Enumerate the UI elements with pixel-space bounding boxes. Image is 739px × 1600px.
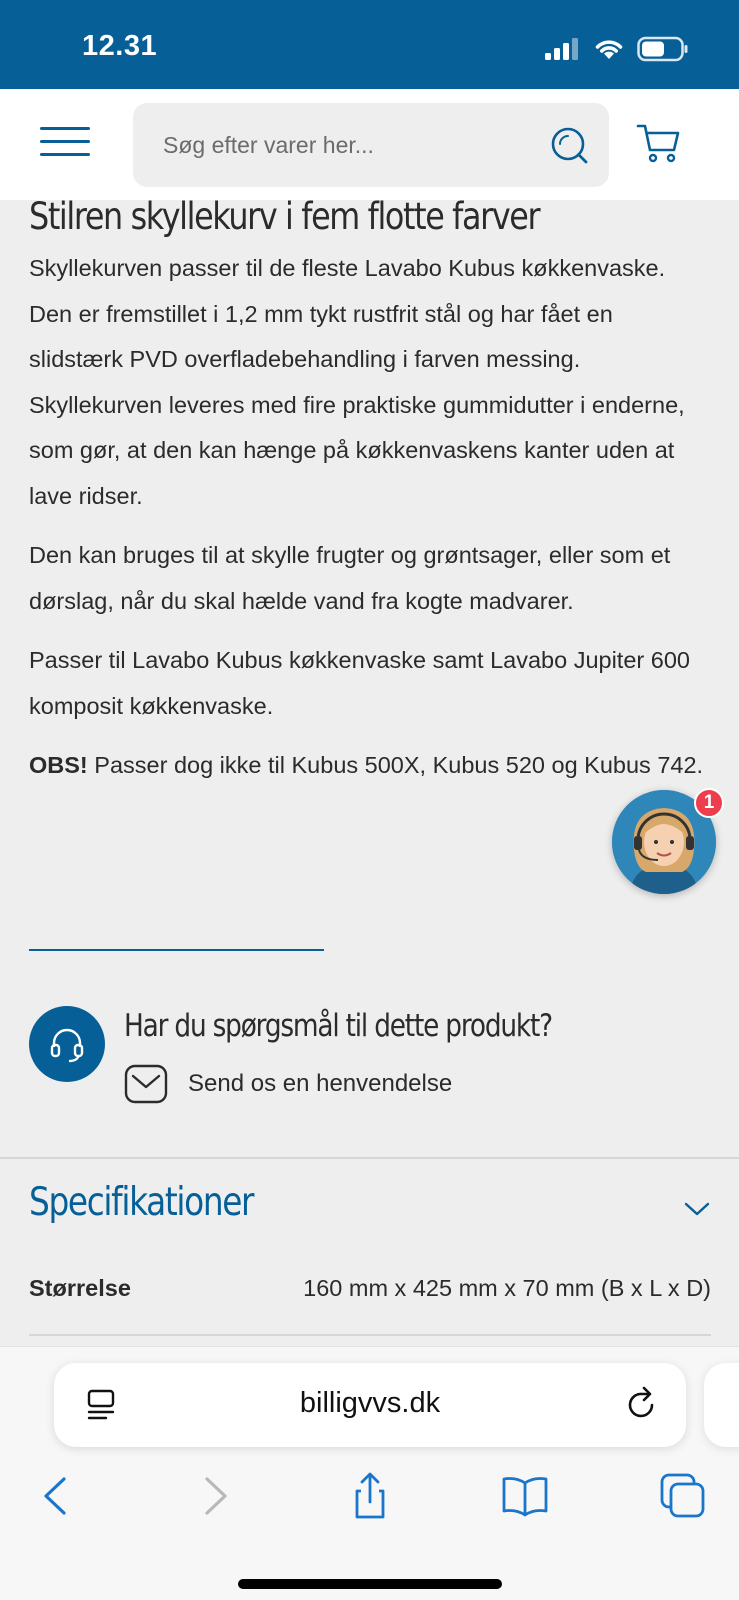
- forward-icon[interactable]: [189, 1471, 239, 1521]
- share-icon[interactable]: [345, 1471, 395, 1521]
- note-label: OBS!: [29, 752, 88, 778]
- reload-icon[interactable]: [624, 1385, 660, 1423]
- search-icon[interactable]: [549, 125, 589, 165]
- spec-divider: [29, 1334, 711, 1336]
- note-text: Passer dog ikke til Kubus 500X, Kubus 52…: [87, 752, 704, 778]
- bookmarks-icon[interactable]: [500, 1471, 550, 1521]
- section-divider: [29, 949, 324, 951]
- back-icon[interactable]: [32, 1471, 82, 1521]
- question-heading: Har du spørgsmål til dette produkt?: [124, 1008, 553, 1044]
- send-inquiry-label: Send os en henvendelse: [188, 1070, 453, 1097]
- next-tab-preview[interactable]: [704, 1363, 739, 1447]
- cart-icon[interactable]: [636, 121, 682, 165]
- browser-toolbar: billigvvs.dk: [0, 1346, 739, 1600]
- specifications-title: Specifikationer: [29, 1180, 255, 1225]
- tabs-icon[interactable]: [658, 1471, 708, 1521]
- description-paragraph: Passer til Lavabo Kubus køkkenvaske samt…: [29, 647, 690, 719]
- status-bar: 12.31: [0, 0, 739, 89]
- chevron-down-icon: [684, 1202, 710, 1216]
- search-input[interactable]: [163, 127, 523, 163]
- headset-badge: [29, 1006, 105, 1082]
- signal-icon: [545, 38, 578, 60]
- menu-bar: [40, 127, 90, 130]
- url-text: billigvvs.dk: [299, 1387, 441, 1419]
- home-indicator: [238, 1579, 502, 1589]
- browser-nav: [0, 1471, 739, 1531]
- menu-bar: [40, 153, 90, 156]
- spec-key: Størrelse: [29, 1275, 131, 1301]
- wifi-icon: [595, 40, 623, 59]
- spec-value: 160 mm x 425 mm x 70 mm (B x L x D): [303, 1275, 711, 1301]
- spec-row: Størrelse 160 mm x 425 mm x 70 mm (B x L…: [29, 1275, 711, 1335]
- mail-icon: [124, 1064, 168, 1104]
- headset-icon: [50, 1028, 84, 1063]
- battery-icon: [637, 36, 688, 62]
- compatibility-note: OBS! Passer dog ikke til Kubus 500X, Kub…: [29, 743, 711, 789]
- notification-badge: 1: [694, 788, 724, 818]
- menu-bar: [40, 140, 90, 143]
- divider: [0, 1157, 739, 1159]
- hamburger-menu-button[interactable]: [40, 127, 90, 161]
- description-paragraph: Skyllekurven passer til de fleste Lavabo…: [29, 255, 685, 509]
- address-bar[interactable]: billigvvs.dk: [54, 1363, 686, 1447]
- specifications-accordion[interactable]: Specifikationer: [29, 1180, 711, 1240]
- product-description: Stilren skyllekurv i fem flotte farver S…: [29, 192, 711, 789]
- status-time: 12.31: [82, 30, 158, 62]
- section-title: Stilren skyllekurv i fem flotte farver: [29, 195, 541, 238]
- product-question-block: Har du spørgsmål til dette produkt? Send…: [29, 1006, 709, 1116]
- status-icons: [545, 36, 689, 62]
- search-box: [133, 103, 609, 187]
- site-header: [0, 89, 739, 200]
- send-inquiry-link[interactable]: Send os en henvendelse: [124, 1064, 452, 1104]
- description-paragraph: Den kan bruges til at skylle frugter og …: [29, 542, 671, 614]
